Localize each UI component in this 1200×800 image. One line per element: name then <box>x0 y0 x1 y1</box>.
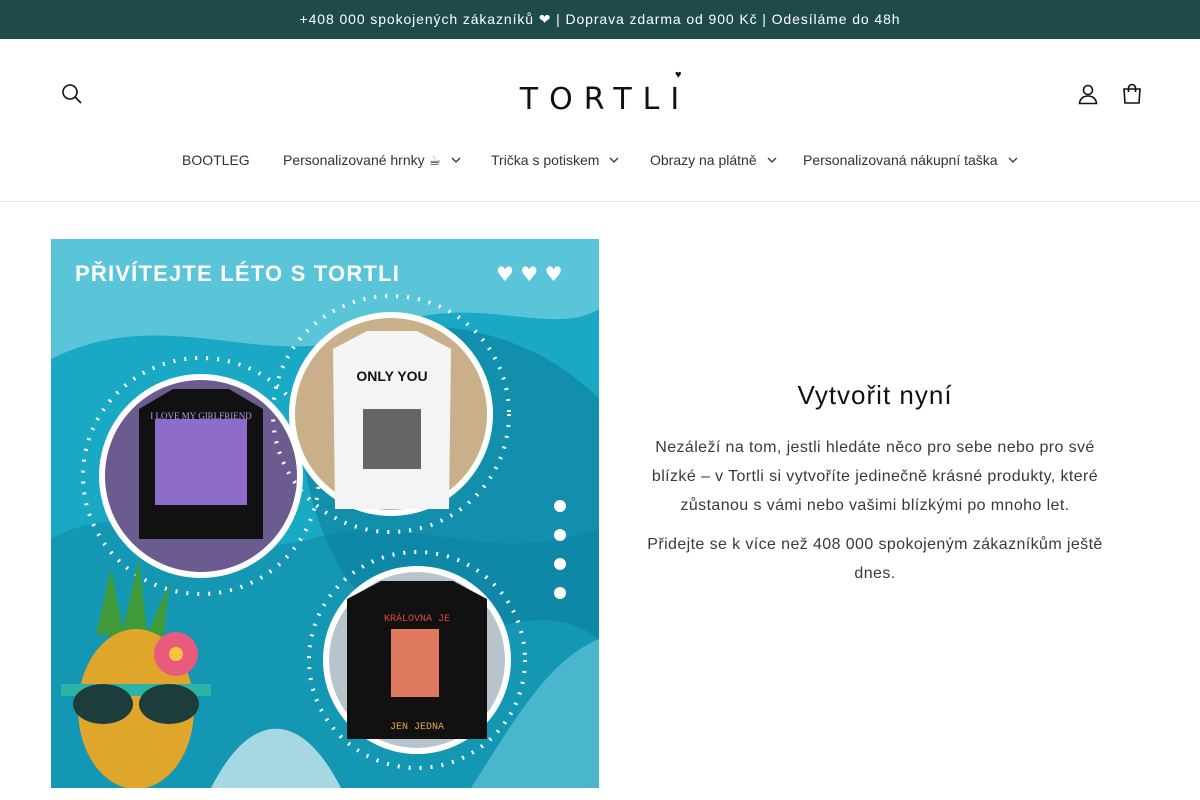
shirt-2-text: ONLY YOU <box>356 368 427 384</box>
main-navigation: BOOTLEG Personalizované hrnky ☕ Trička s… <box>0 139 1200 181</box>
carousel-dot <box>554 529 566 541</box>
chevron-down-icon <box>451 157 461 163</box>
nav-item-personalized-mugs[interactable]: Personalizované hrnky ☕ <box>283 139 461 181</box>
search-icon <box>62 84 82 104</box>
carousel-dot <box>554 558 566 570</box>
chevron-down-icon <box>767 157 777 163</box>
carousel-dot <box>554 500 566 512</box>
banner-title: PŘIVÍTEJTE LÉTO S TORTLI <box>75 261 400 286</box>
search-button[interactable] <box>52 74 92 114</box>
banner-illustration: PŘIVÍTEJTE LÉTO S TORTLI ♥ ♥ ♥ I LOVE MY… <box>51 239 599 788</box>
site-header: TORTLI ♥ BOOTLEG Personalizované hrnky ☕… <box>0 39 1200 202</box>
nav-item-bootleg[interactable]: BOOTLEG <box>182 139 250 181</box>
chevron-down-icon <box>609 157 619 163</box>
account-button[interactable] <box>1068 74 1108 114</box>
couple-photo <box>363 409 421 469</box>
shirt-1-text: I LOVE MY GIRLFRIEND <box>150 411 252 421</box>
nav-item-label: Trička s potiskem <box>491 152 600 168</box>
logo-heart-icon: ♥ <box>675 69 682 81</box>
nav-item-label: BOOTLEG <box>182 152 250 168</box>
hero-paragraph-2: Přidejte se k více než 408 000 spokojený… <box>647 536 1103 582</box>
carousel-dot <box>554 587 566 599</box>
nav-item-printed-tshirts[interactable]: Trička s potiskem <box>491 139 619 181</box>
banner-hearts-icon: ♥ ♥ ♥ <box>496 262 563 286</box>
nav-item-personalized-tote-bag[interactable]: Personalizovaná nákupní taška <box>803 139 1018 181</box>
logo[interactable]: TORTLI ♥ <box>500 65 700 115</box>
nav-item-label: Personalizovaná nákupní taška <box>803 152 998 168</box>
chevron-down-icon <box>1008 157 1018 163</box>
nav-item-label: Obrazy na plátně <box>650 152 757 168</box>
girls-photo <box>155 419 247 505</box>
hero-heading: Vytvořit nyní <box>797 380 953 410</box>
announcement-bar: +408 000 spokojených zákazníků ❤ | Dopra… <box>0 0 1200 39</box>
hero-text-section: Vytvořit nyní Nezáleží na tom, jestli hl… <box>640 380 1110 588</box>
announcement-text: +408 000 spokojených zákazníků ❤ | Dopra… <box>299 11 901 27</box>
logo-text: TORTLI <box>519 82 691 117</box>
user-icon <box>1078 84 1098 105</box>
cart-icon <box>1123 83 1141 104</box>
nav-item-canvas-prints[interactable]: Obrazy na plátně <box>650 139 777 181</box>
hero-banner-image: PŘIVÍTEJTE LÉTO S TORTLI ♥ ♥ ♥ I LOVE MY… <box>51 239 599 788</box>
nav-item-label: Personalizované hrnky ☕ <box>283 151 442 168</box>
shirt-3-text-bottom: JEN JEDNA <box>390 722 444 733</box>
hero-paragraph-1: Nezáleží na tom, jestli hledáte něco pro… <box>651 439 1099 514</box>
cart-button[interactable] <box>1112 74 1152 114</box>
queen-card-illustration <box>391 629 439 697</box>
shirt-3-text-top: KRÁLOVNA JE <box>384 611 450 625</box>
